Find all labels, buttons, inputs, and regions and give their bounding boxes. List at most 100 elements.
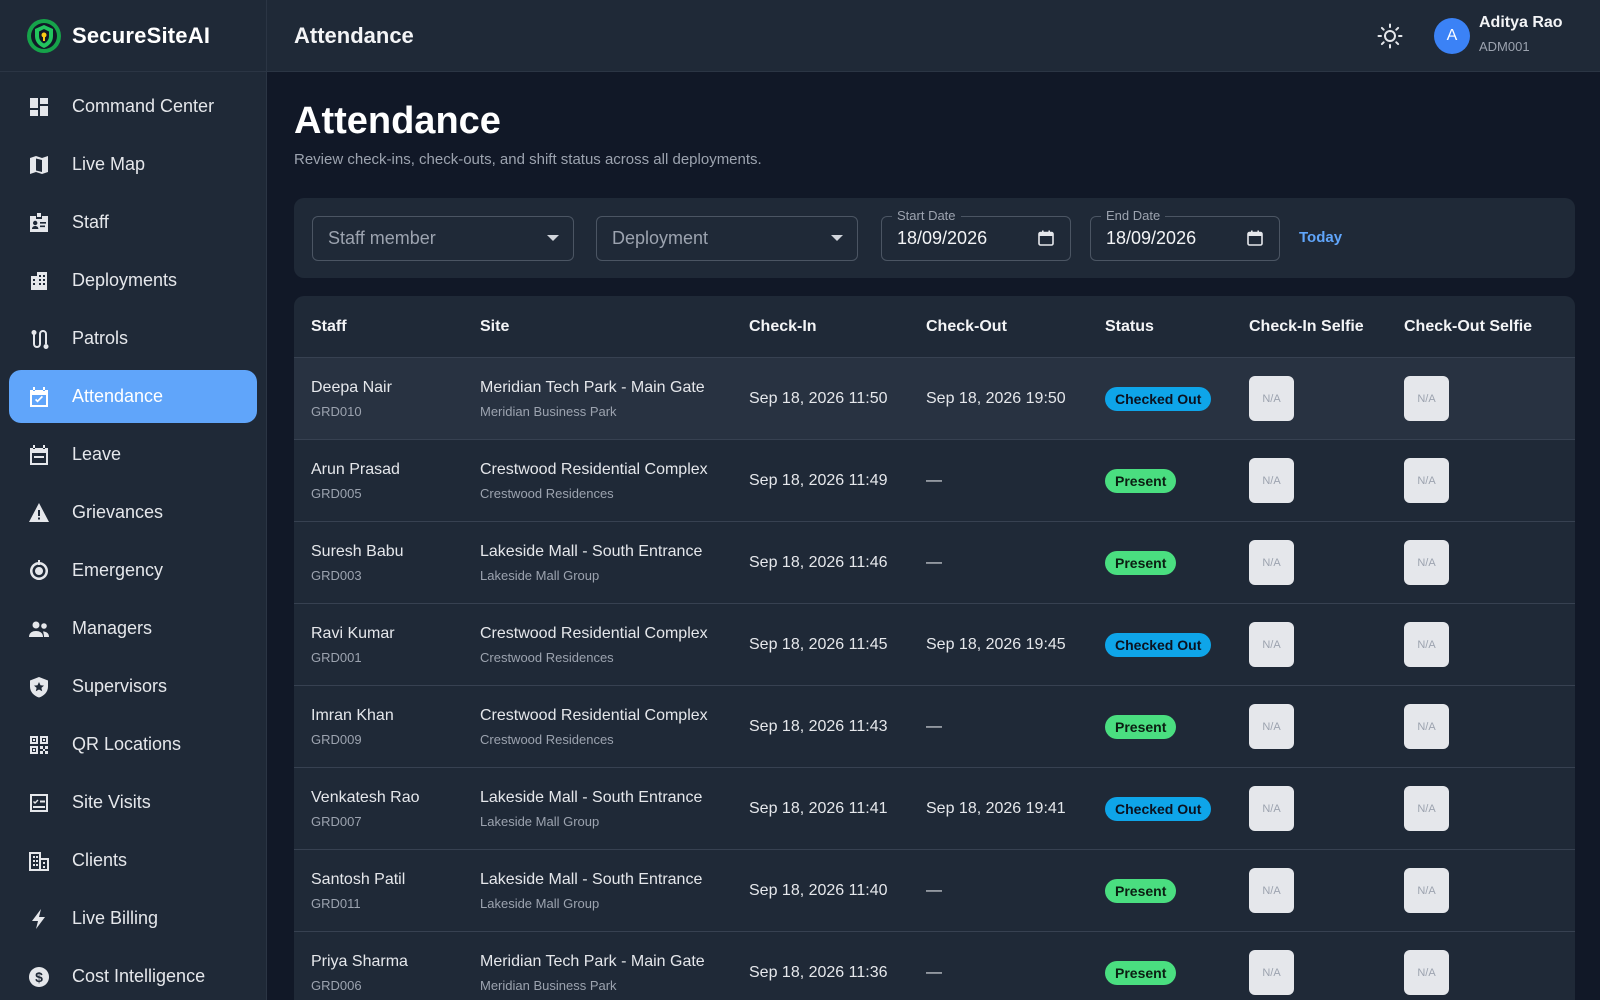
table-row[interactable]: Santosh Patil GRD011 Lakeside Mall - South… <box>294 850 1575 932</box>
sidebar-item-qr-locations[interactable]: QR Locations <box>9 718 257 771</box>
check-out-selfie[interactable]: N/A <box>1404 704 1449 749</box>
site-cell: Crestwood Residential Complex Crestwood R… <box>480 461 708 501</box>
site-cell: Crestwood Residential Complex Crestwood R… <box>480 707 708 747</box>
sidebar-item-deployments[interactable]: Deployments <box>9 254 257 307</box>
table-row[interactable]: Ravi Kumar GRD001 Crestwood Residential Co… <box>294 604 1575 686</box>
staff-name: Priya Sharma <box>311 952 408 970</box>
today-button[interactable]: Today <box>1299 229 1342 246</box>
table-row[interactable]: Priya Sharma GRD006 Meridian Tech Park - M… <box>294 932 1575 1000</box>
check-in-time: Sep 18, 2026 11:49 <box>749 471 888 489</box>
header-check-in-selfie[interactable]: Check-In Selfie <box>1249 318 1364 336</box>
staff-member-select[interactable]: Staff member <box>312 216 574 261</box>
sidebar-item-label: Live Map <box>72 154 146 174</box>
check-in-selfie[interactable]: N/A <box>1249 786 1294 831</box>
staff-id: GRD006 <box>311 977 362 993</box>
header-check-in[interactable]: Check-In <box>749 318 817 336</box>
check-out-time: — <box>926 963 942 981</box>
staff-cell: Priya Sharma GRD006 <box>311 953 408 993</box>
check-in-time: Sep 18, 2026 11:50 <box>749 389 888 407</box>
site-name: Lakeside Mall - South Entrance <box>480 788 703 806</box>
map-icon <box>28 154 50 176</box>
shield-logo-icon <box>26 18 62 54</box>
people-icon <box>28 618 50 640</box>
start-date-field[interactable]: Start Date 18/09/2026 <box>881 208 1071 261</box>
sidebar-item-label: Live Billing <box>72 908 159 928</box>
sidebar-item-attendance[interactable]: Attendance <box>9 370 257 423</box>
table-row[interactable]: Imran Khan GRD009 Crestwood Residential Co… <box>294 686 1575 768</box>
table-row[interactable]: Deepa Nair GRD010 Meridian Tech Park - Mai… <box>294 358 1575 440</box>
check-out-selfie[interactable]: N/A <box>1404 376 1449 421</box>
sidebar-item-grievances[interactable]: Grievances <box>9 486 257 539</box>
header-status[interactable]: Status <box>1105 318 1154 336</box>
staff-cell: Deepa Nair GRD010 <box>311 379 392 419</box>
check-out-selfie[interactable]: N/A <box>1404 540 1449 585</box>
header-staff[interactable]: Staff <box>311 318 347 336</box>
staff-id: GRD005 <box>311 485 362 501</box>
site-cell: Meridian Tech Park - Main Gate Meridian B… <box>480 379 705 419</box>
check-out-time: Sep 18, 2026 19:41 <box>926 799 1066 817</box>
emergency-icon <box>28 559 50 582</box>
check-in-selfie[interactable]: N/A <box>1249 540 1294 585</box>
brand[interactable]: SecureSiteAI <box>0 0 266 72</box>
check-in-selfie[interactable]: N/A <box>1249 950 1294 995</box>
header-check-out-selfie[interactable]: Check-Out Selfie <box>1404 318 1532 336</box>
check-in-selfie[interactable]: N/A <box>1249 376 1294 421</box>
check-out-time: — <box>926 471 942 489</box>
calendar-icon[interactable] <box>1038 230 1054 246</box>
site-cell: Lakeside Mall - South Entrance Lakeside M… <box>480 871 702 911</box>
table-row[interactable]: Venkatesh Rao GRD007 Lakeside Mall - South… <box>294 768 1575 850</box>
check-in-selfie[interactable]: N/A <box>1249 868 1294 913</box>
sidebar-item-patrols[interactable]: Patrols <box>9 312 257 365</box>
site-name: Meridian Tech Park - Main Gate <box>480 378 705 396</box>
sidebar-item-label: Grievances <box>72 502 164 522</box>
table-row[interactable]: Arun Prasad GRD005 Crestwood Residential C… <box>294 440 1575 522</box>
check-out-time: — <box>926 881 942 899</box>
staff-id: GRD003 <box>311 567 362 583</box>
header-check-out[interactable]: Check-Out <box>926 318 1007 336</box>
staff-member-placeholder: Staff member <box>328 228 436 248</box>
sidebar-item-staff[interactable]: Staff <box>9 196 257 249</box>
client-name: Lakeside Mall Group <box>480 813 600 829</box>
check-in-selfie[interactable]: N/A <box>1249 622 1294 667</box>
sidebar-item-label: Patrols <box>72 328 129 348</box>
sidebar-item-live-billing[interactable]: Live Billing <box>9 892 257 945</box>
check-in-time: Sep 18, 2026 11:36 <box>749 963 888 981</box>
header-site[interactable]: Site <box>480 318 509 336</box>
staff-cell: Santosh Patil GRD011 <box>311 871 405 911</box>
sidebar-item-command-center[interactable]: Command Center <box>9 80 257 133</box>
sidebar-item-label: Managers <box>72 618 153 638</box>
sidebar-item-leave[interactable]: Leave <box>9 428 257 481</box>
sidebar-item-emergency[interactable]: Emergency <box>9 544 257 597</box>
staff-cell: Arun Prasad GRD005 <box>311 461 400 501</box>
sidebar-item-managers[interactable]: Managers <box>9 602 257 655</box>
staff-name: Santosh Patil <box>311 870 406 888</box>
end-date-field[interactable]: End Date 18/09/2026 <box>1090 208 1280 261</box>
bolt-icon <box>28 908 50 930</box>
check-out-selfie[interactable]: N/A <box>1404 622 1449 667</box>
staff-cell: Ravi Kumar GRD001 <box>311 625 395 665</box>
table-row[interactable]: Suresh Babu GRD003 Lakeside Mall - South E… <box>294 522 1575 604</box>
sidebar-item-supervisors[interactable]: Supervisors <box>9 660 257 713</box>
calendar-icon[interactable] <box>1247 230 1263 246</box>
user-name[interactable]: Aditya Rao <box>1479 14 1563 32</box>
sidebar-item-site-visits[interactable]: Site Visits <box>9 776 257 829</box>
route-icon <box>28 328 50 350</box>
check-in-selfie[interactable]: N/A <box>1249 704 1294 749</box>
check-out-selfie[interactable]: N/A <box>1404 458 1449 503</box>
sidebar-item-clients[interactable]: Clients <box>9 834 257 887</box>
check-in-selfie[interactable]: N/A <box>1249 458 1294 503</box>
staff-id: GRD009 <box>311 731 362 747</box>
check-out-selfie[interactable]: N/A <box>1404 786 1449 831</box>
sidebar-item-cost-intelligence[interactable]: $ Cost Intelligence <box>9 950 257 1000</box>
check-out-selfie[interactable]: N/A <box>1404 868 1449 913</box>
sun-icon[interactable] <box>1377 23 1403 49</box>
staff-name: Imran Khan <box>311 706 394 724</box>
sidebar-item-label: QR Locations <box>72 734 182 754</box>
check-out-selfie[interactable]: N/A <box>1404 950 1449 995</box>
avatar[interactable]: A <box>1434 18 1470 54</box>
calendar-icon <box>28 444 50 466</box>
sidebar-item-live-map[interactable]: Live Map <box>9 138 257 191</box>
deployment-select[interactable]: Deployment <box>596 216 858 261</box>
sidebar-item-label: Staff <box>72 212 109 232</box>
dashboard-icon <box>28 96 50 118</box>
